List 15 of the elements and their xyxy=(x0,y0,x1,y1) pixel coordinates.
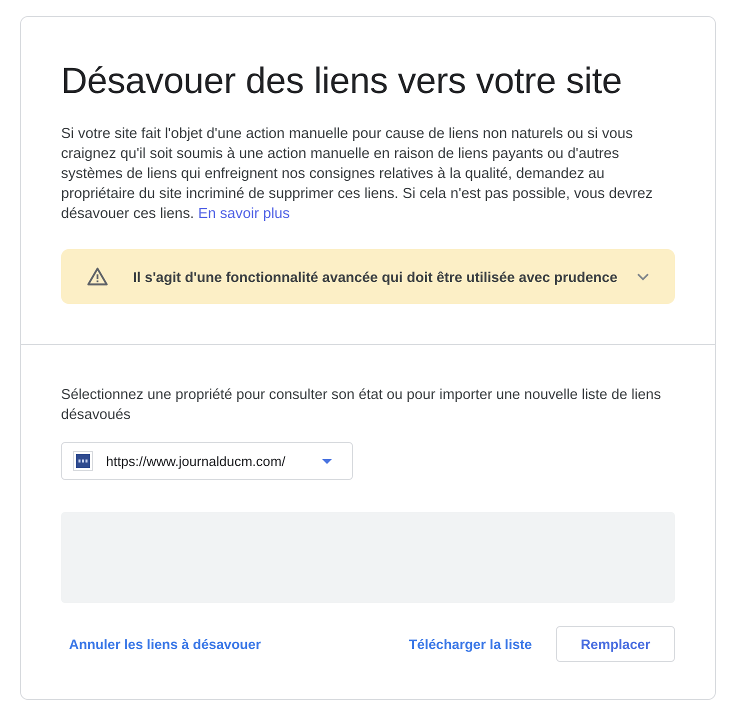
warning-text: Il s'agit d'une fonctionnalité avancée qui doit être utilisée avec prudence xyxy=(133,268,618,284)
caret-icon xyxy=(322,458,332,464)
cancel-disavow-button[interactable]: Annuler les liens à désavouer xyxy=(61,626,269,662)
replace-button[interactable]: Remplacer xyxy=(556,626,675,662)
site-logo-icon xyxy=(73,451,93,471)
intro-text: Si votre site fait l'objet d'une action manuelle pour cause de liens non naturels ou si vous craignez qu'il soit soumis à une action manuelle en raison de liens payants ou d'autres systèmes de liens qui enfreignent nos consignes relatives à la qualité, demandez au propriétaire du site incriminé de supprimer ces liens. Si cela n'est pas possible, vous devrez désavouer ces liens. En savoir plus xyxy=(61,125,654,224)
learn-more-link[interactable]: En savoir plus xyxy=(198,206,290,222)
instructions-text: Sélectionnez une propriété pour consulter son état ou pour importer une nouvelle liste de liens désavoués xyxy=(61,386,662,425)
chevron-icon[interactable] xyxy=(637,272,649,280)
page-title: Désavouer des liens vers votre site xyxy=(61,59,624,103)
property-dropdown[interactable]: https://www.journalducm.com/ xyxy=(61,442,353,480)
warning-icon xyxy=(87,267,108,286)
property-url: https://www.journalducm.com/ xyxy=(106,454,286,468)
warning-banner[interactable]: Il s'agit d'une fonctionnalité avancée qui doit être utilisée avec prudence xyxy=(61,249,675,304)
download-list-button[interactable]: Télécharger la liste xyxy=(400,626,540,662)
